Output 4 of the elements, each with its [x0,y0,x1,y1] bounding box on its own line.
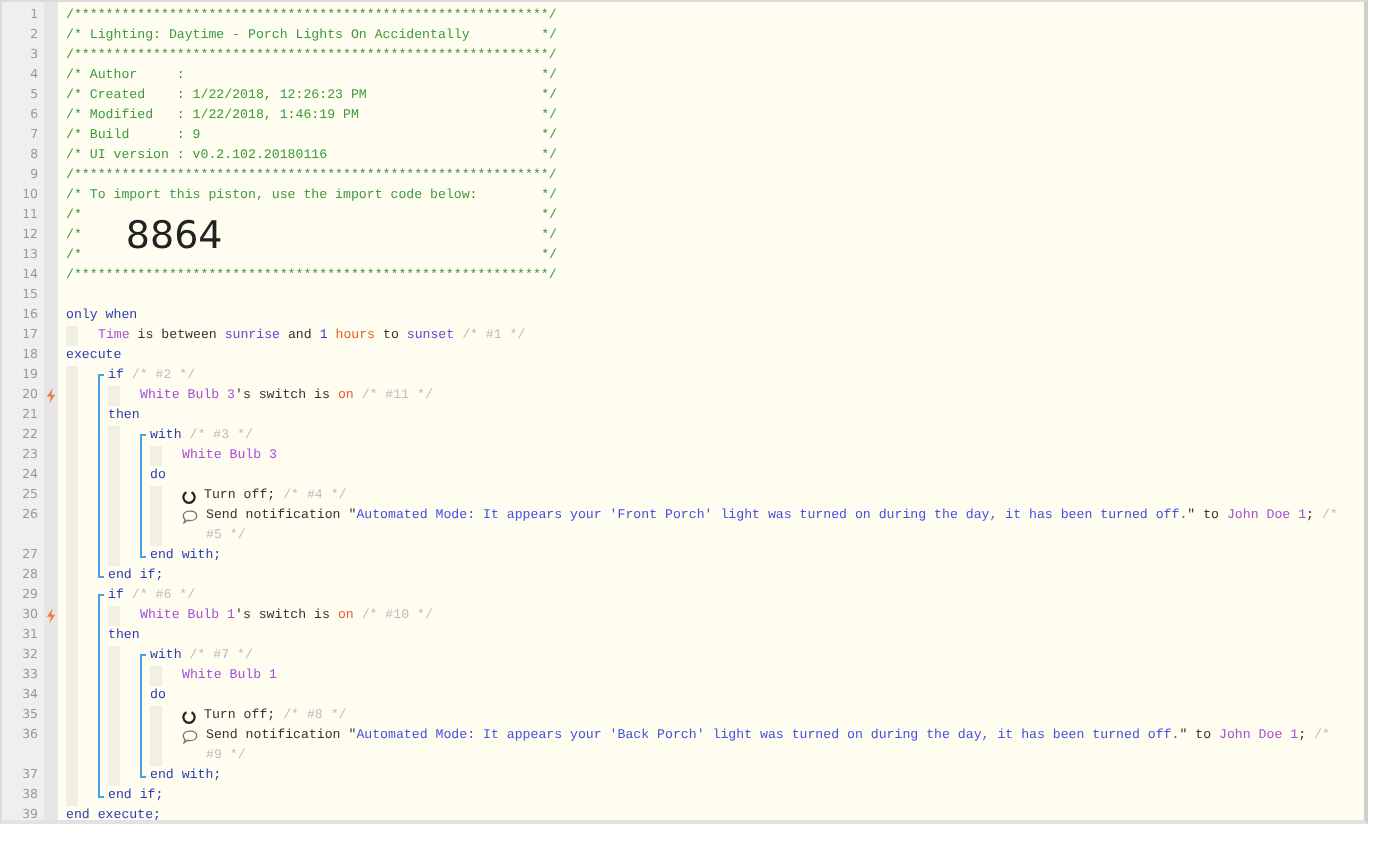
speech-bubble-icon [182,729,198,743]
speech-bubble-icon [182,509,198,523]
power-icon [182,709,196,723]
power-icon [182,489,196,503]
